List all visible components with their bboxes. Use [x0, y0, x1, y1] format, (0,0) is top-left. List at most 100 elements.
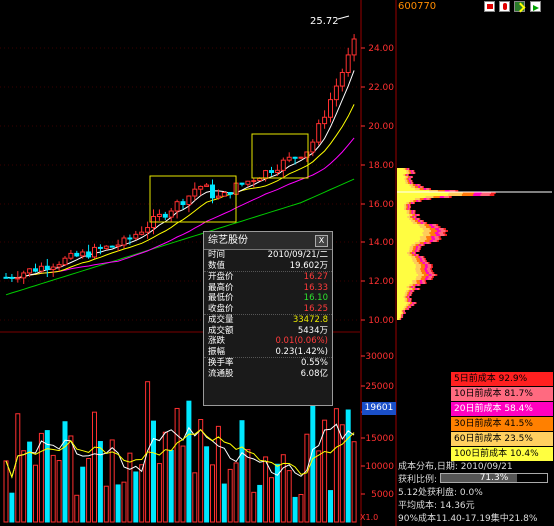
volume-bar: [180, 445, 186, 523]
popup-row-label: 最低价: [208, 293, 234, 303]
cost-profile-bar: [397, 268, 416, 270]
cost-profile-bar: [397, 310, 402, 312]
volume-bar: [322, 419, 328, 523]
candle-body: [109, 245, 115, 248]
cost-profile-bar: [397, 200, 410, 202]
volume-bar: [15, 413, 21, 523]
candle-body: [33, 268, 38, 272]
concentration: 90%成本11.40-17.19集中21.8%: [398, 514, 538, 524]
popup-row-label: 成交量: [208, 315, 234, 325]
popup-row-value: 33472.8: [292, 315, 328, 325]
candle-body: [121, 237, 127, 246]
candle-body: [86, 251, 92, 258]
candle-body: [239, 182, 245, 185]
cost-profile-bar: [397, 266, 416, 268]
volume-bar: [257, 484, 263, 523]
volume-bar: [68, 435, 74, 523]
cost-profile-bar: [397, 206, 405, 208]
volume-bar: [304, 433, 310, 523]
volume-bar: [251, 491, 257, 523]
cost-profile-bar: [397, 302, 408, 304]
popup-row: 涨跌 0.01(0.06%): [204, 336, 332, 347]
popup-row-value: 19.602万: [289, 260, 328, 271]
stock-info-popup[interactable]: 综艺股份 X 时间 2010/09/21/二 数值 19.602万 开盘价 16.27 最高…: [203, 231, 333, 406]
volume-bar: [115, 484, 121, 523]
candle-body: [333, 85, 339, 101]
candle-body: [292, 156, 298, 159]
candle-body: [50, 266, 56, 270]
popup-row-value: 16.27: [303, 272, 328, 282]
cost-profile-bar: [397, 272, 417, 274]
volume-bar: [162, 431, 168, 523]
cost-profile-bar: [397, 296, 404, 298]
cost-profile-bar: [397, 248, 410, 250]
cost-profile-bar: [397, 262, 415, 264]
candle-body: [221, 191, 227, 197]
cost-profile-bar: [397, 318, 400, 320]
candle-body: [9, 276, 15, 279]
cost-profile-bar: [397, 232, 423, 234]
flag-icon[interactable]: [484, 1, 495, 12]
candle-body: [3, 276, 9, 279]
volume-bar: [97, 441, 103, 523]
popup-row-label: 收盘价: [208, 303, 234, 314]
cost-profile-bar: [397, 210, 407, 212]
close-icon[interactable]: X: [315, 235, 328, 247]
cost-profile-bar: [397, 308, 404, 310]
volume-bar: [133, 471, 139, 523]
arrow-icon[interactable]: [530, 1, 541, 12]
cost-profile-bar: [397, 250, 409, 252]
cost-profile-bar: [397, 236, 420, 238]
candle-body: [186, 195, 192, 206]
cost-profile-bar: [397, 214, 410, 216]
popup-row-value: 6.08亿: [300, 368, 328, 379]
cost-legend-item: 5日前成本 92.9%: [451, 372, 553, 386]
candle-body: [310, 141, 316, 153]
cost-profile-bar: [397, 280, 413, 282]
price-tick-label: 16.00: [368, 200, 394, 210]
cost-profile-bar: [397, 186, 412, 188]
candle-body: [21, 272, 27, 279]
cost-dist-date: 成本分布,日期: 2010/09/21: [398, 462, 513, 472]
candle-body: [15, 277, 21, 280]
candle-body: [227, 191, 233, 195]
price-tick-label: 22.00: [368, 83, 394, 93]
popup-row-value: 2010/09/21/二: [267, 250, 328, 260]
candle-body: [145, 227, 151, 233]
popup-title[interactable]: 综艺股份 X: [204, 232, 332, 250]
cost-profile-bar: [397, 288, 410, 290]
popup-row-label: 流通股: [208, 368, 234, 379]
cost-profile-bar: [397, 174, 404, 176]
high-marker-arrow: [337, 15, 350, 20]
popup-row: 开盘价 16.27: [204, 272, 332, 283]
high-price-marker: 25.72: [310, 16, 339, 27]
cost-profile-bar: [397, 298, 405, 300]
chart-settings-icon[interactable]: [514, 1, 526, 13]
popup-row-label: 开盘价: [208, 272, 234, 282]
cost-profile-bar: [397, 218, 410, 220]
pin-icon[interactable]: [499, 1, 510, 12]
candle-body: [328, 99, 333, 118]
candle-body: [298, 156, 304, 159]
cost-profile-bar: [397, 264, 416, 266]
candle-body: [103, 245, 109, 249]
cost-profile-bar: [397, 270, 416, 272]
cost-profile-bar: [397, 178, 405, 180]
candle-body: [133, 233, 139, 239]
cost-profile-bar: [397, 180, 406, 182]
candle-body: [139, 231, 145, 235]
volume-bar: [280, 454, 286, 523]
popup-row-value: 16.33: [303, 282, 328, 293]
volume-bar: [151, 420, 156, 523]
popup-row: 成交量 33472.8: [204, 315, 332, 326]
cost-profile-bar: [397, 224, 419, 226]
cost-profile-bar: [397, 260, 413, 262]
cost-profile-bar: [397, 228, 423, 230]
volume-bar: [286, 470, 292, 523]
volume-bar: [74, 494, 80, 523]
popup-row: 收盘价 16.25: [204, 304, 332, 315]
volume-bar: [204, 446, 210, 523]
volume-bar: [292, 496, 298, 523]
cost-profile-bar: [397, 274, 419, 276]
popup-row-label: 时间: [208, 250, 226, 260]
